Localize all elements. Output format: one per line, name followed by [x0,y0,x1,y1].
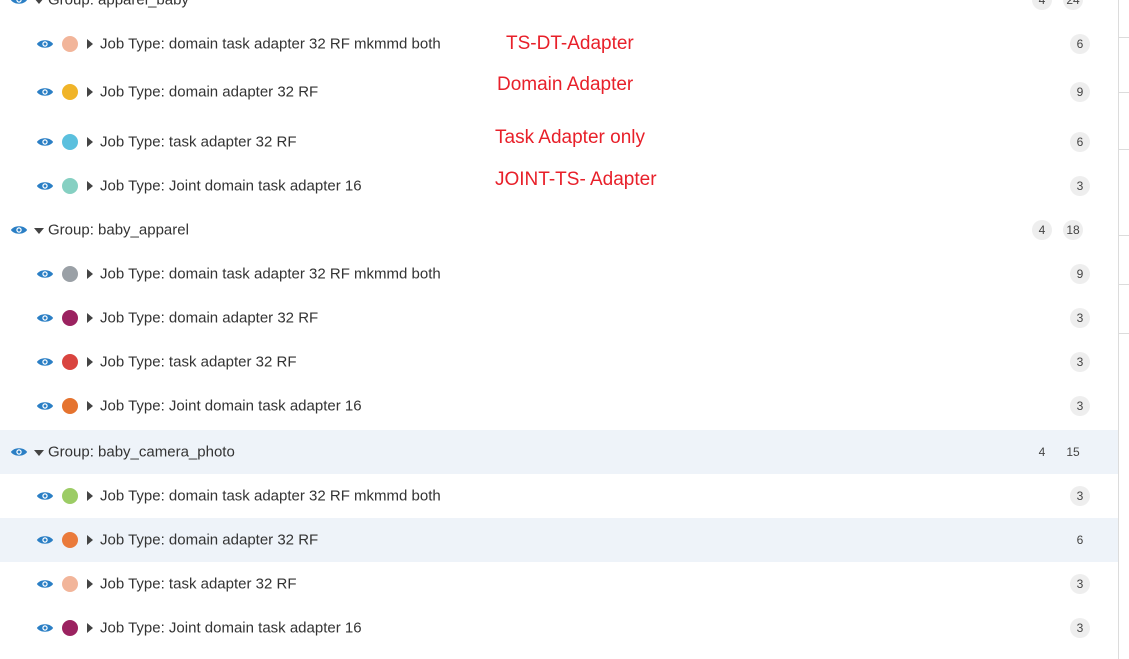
job-count-badge: 3 [1070,574,1090,594]
group-count-badge: 4 [1032,220,1052,240]
group-label: Group: baby_camera_photo [48,443,235,461]
group-run-count-badge: 24 [1063,0,1083,10]
eye-icon[interactable] [36,356,54,368]
eye-icon[interactable] [36,490,54,502]
eye-icon[interactable] [36,268,54,280]
panel-divider [1118,0,1119,659]
color-swatch[interactable] [62,84,78,100]
color-swatch[interactable] [62,532,78,548]
caret-down-icon[interactable] [34,450,44,456]
divider-tick [1119,149,1129,150]
annotation-joint-ts-adapter: JOINT-TS- Adapter [495,169,657,190]
eye-icon[interactable] [10,224,28,236]
group-label: Group: baby_apparel [48,221,189,239]
job-count-badge: 6 [1076,533,1084,547]
job-count-badge: 3 [1070,486,1090,506]
job-label: Job Type: domain adapter 32 RF [100,309,319,327]
run-group-list: Group: apparel_baby 4 24 Job Type: domai… [0,0,1118,659]
caret-right-icon[interactable] [87,87,93,97]
job-row[interactable]: Job Type: domain adapter 32 RF 6 [0,518,1118,562]
job-label: Job Type: task adapter 32 RF [100,133,297,151]
color-swatch[interactable] [62,36,78,52]
group-row[interactable]: Group: apparel_baby 4 24 [0,0,1118,22]
job-label: Job Type: task adapter 32 RF [100,575,297,593]
eye-icon[interactable] [36,400,54,412]
job-row[interactable]: Job Type: Joint domain task adapter 16 3 [0,384,1118,428]
job-label: Job Type: domain task adapter 32 RF mkmm… [100,35,441,53]
job-count-badge: 9 [1070,82,1090,102]
eye-icon[interactable] [36,534,54,546]
caret-right-icon[interactable] [87,357,93,367]
caret-right-icon[interactable] [87,401,93,411]
job-row[interactable]: Job Type: task adapter 32 RF 3 [0,562,1118,606]
color-swatch[interactable] [62,620,78,636]
job-label: Job Type: task adapter 32 RF [100,353,297,371]
job-label: Job Type: Joint domain task adapter 16 [100,177,362,195]
color-swatch[interactable] [62,310,78,326]
caret-right-icon[interactable] [87,39,93,49]
eye-icon[interactable] [10,0,28,6]
group-count-badge: 4 [1032,0,1052,10]
caret-down-icon[interactable] [34,0,44,4]
caret-down-icon[interactable] [34,228,44,234]
group-row[interactable]: Group: baby_apparel 4 18 [0,208,1118,252]
caret-right-icon[interactable] [87,269,93,279]
job-count-badge: 3 [1070,618,1090,638]
caret-right-icon[interactable] [87,181,93,191]
caret-right-icon[interactable] [87,579,93,589]
job-label: Job Type: domain adapter 32 RF [100,531,319,549]
group-run-count-badge: 15 [1066,445,1080,459]
eye-icon[interactable] [36,38,54,50]
group-run-count-badge: 18 [1063,220,1083,240]
job-count-badge: 6 [1070,132,1090,152]
job-count-badge: 3 [1070,176,1090,196]
job-label: Job Type: Joint domain task adapter 16 [100,397,362,415]
divider-tick [1119,235,1129,236]
caret-right-icon[interactable] [87,623,93,633]
divider-tick [1119,37,1129,38]
eye-icon[interactable] [36,312,54,324]
eye-icon[interactable] [36,622,54,634]
caret-right-icon[interactable] [87,535,93,545]
eye-icon[interactable] [36,578,54,590]
job-row[interactable]: Job Type: domain task adapter 32 RF mkmm… [0,474,1118,518]
job-row[interactable]: Job Type: domain task adapter 32 RF mkmm… [0,252,1118,296]
color-swatch[interactable] [62,134,78,150]
job-count-badge: 9 [1070,264,1090,284]
eye-icon[interactable] [36,180,54,192]
job-row[interactable]: Job Type: Joint domain task adapter 16 3 [0,606,1118,650]
job-row[interactable]: Job Type: domain adapter 32 RF 3 [0,296,1118,340]
caret-right-icon[interactable] [87,313,93,323]
job-count-badge: 3 [1070,352,1090,372]
job-count-badge: 3 [1070,396,1090,416]
caret-right-icon[interactable] [87,491,93,501]
divider-tick [1119,333,1129,334]
eye-icon[interactable] [36,86,54,98]
color-swatch[interactable] [62,266,78,282]
eye-icon[interactable] [36,136,54,148]
job-row[interactable]: Job Type: task adapter 32 RF 3 [0,340,1118,384]
annotation-domain-adapter: Domain Adapter [497,74,634,95]
eye-icon[interactable] [10,446,28,458]
job-count-badge: 3 [1070,308,1090,328]
job-label: Job Type: Joint domain task adapter 16 [100,619,362,637]
caret-right-icon[interactable] [87,137,93,147]
color-swatch[interactable] [62,576,78,592]
job-count-badge: 6 [1070,34,1090,54]
group-count-badge: 4 [1038,445,1046,459]
color-swatch[interactable] [62,398,78,414]
color-swatch[interactable] [62,488,78,504]
annotation-task-adapter-only: Task Adapter only [495,127,645,148]
job-label: Job Type: domain task adapter 32 RF mkmm… [100,265,441,283]
annotation-ts-dt-adapter: TS-DT-Adapter [506,33,634,54]
divider-tick [1119,92,1129,93]
group-label: Group: apparel_baby [48,0,189,9]
color-swatch[interactable] [62,354,78,370]
group-row[interactable]: Group: baby_camera_photo 4 15 [0,430,1118,474]
job-label: Job Type: domain task adapter 32 RF mkmm… [100,487,441,505]
divider-tick [1119,284,1129,285]
job-label: Job Type: domain adapter 32 RF [100,83,319,101]
color-swatch[interactable] [62,178,78,194]
